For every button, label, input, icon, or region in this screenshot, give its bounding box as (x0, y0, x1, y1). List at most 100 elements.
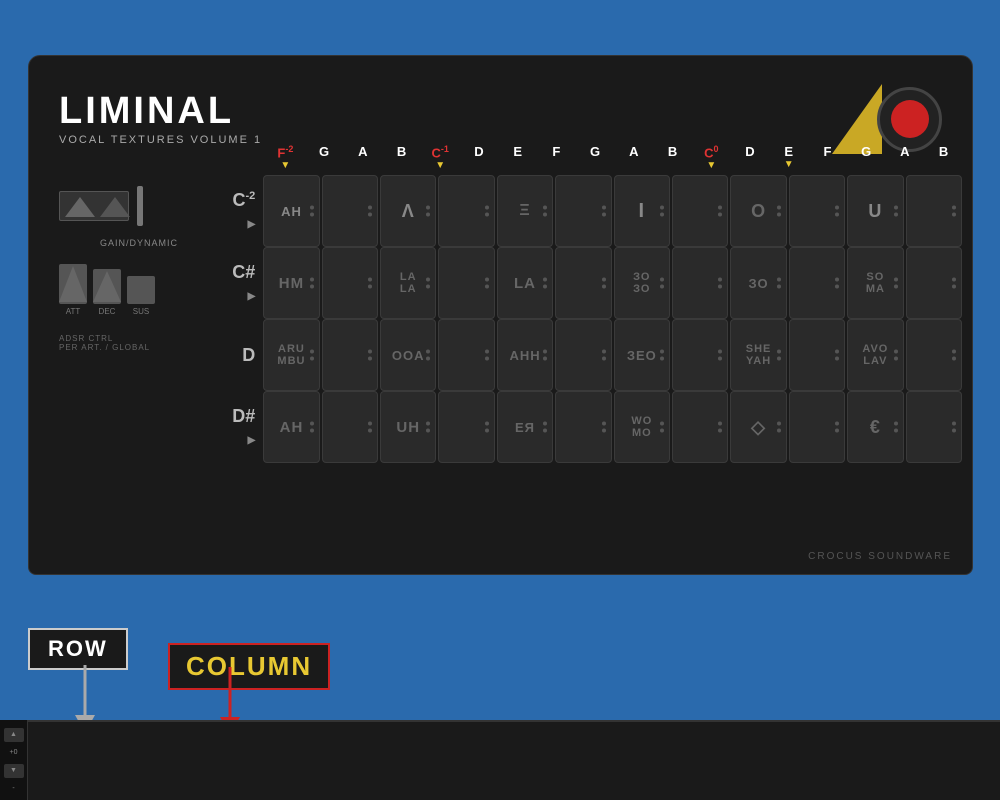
piano-left-controls: ▲ +0 ▼ - (0, 720, 28, 800)
circle-inner (891, 100, 929, 138)
cell-d-9[interactable]: SHEYAH (730, 319, 786, 391)
column-label-text: COLUMN (186, 651, 312, 681)
col-header-b2: B▼ (654, 144, 691, 171)
cell-d-2[interactable] (322, 319, 378, 391)
grid-area: F-2▼ G▼ A▼ B▼ C-1▼ D▼ E▼ F▼ G▼ A▼ B▼ C0▼… (219, 144, 962, 559)
cell-d-8[interactable] (672, 319, 728, 391)
sus-label: SUS (133, 307, 149, 316)
cell-ds-8[interactable] (672, 391, 728, 463)
cell-d-10[interactable] (789, 319, 845, 391)
col-header-f3: F▼ (809, 144, 846, 171)
att-label: ATT (66, 307, 81, 316)
row-label-cs: C# ▶ (219, 262, 261, 304)
cell-c2-12[interactable] (906, 175, 962, 247)
cell-cs-8[interactable] (672, 247, 728, 319)
cell-c2-9[interactable]: O (730, 175, 786, 247)
cell-cs-6[interactable] (555, 247, 611, 319)
cell-cs-5[interactable]: LA (497, 247, 553, 319)
cell-ds-5[interactable]: ЕЯ (497, 391, 553, 463)
circle-icon (877, 87, 942, 152)
cell-c2-2[interactable] (322, 175, 378, 247)
cell-cs-9[interactable]: ЗО (730, 247, 786, 319)
cell-d-7[interactable]: ЗЕО (614, 319, 670, 391)
row-label-d: D (219, 345, 261, 366)
dec-label: DEC (99, 307, 116, 316)
keys-container: // Rendered inline below (28, 720, 1000, 800)
col-header-g: G▼ (306, 144, 343, 171)
col-header-d: D▼ (461, 144, 498, 171)
cell-ds-9[interactable]: ◇ (730, 391, 786, 463)
envelope-section: ATT DEC SUS (59, 264, 219, 316)
cell-d-1[interactable]: ARUMBU (263, 319, 319, 391)
cell-d-12[interactable] (906, 319, 962, 391)
cell-d-11[interactable]: AVOLAV (847, 319, 903, 391)
cell-ds-7[interactable]: WOMO (614, 391, 670, 463)
piano-up-btn[interactable]: ▲ (4, 728, 24, 742)
row-label-box: ROW (28, 628, 128, 670)
sus-bar (127, 276, 155, 304)
col-header-e2: E▼ (770, 144, 807, 171)
col-headers: F-2▼ G▼ A▼ B▼ C-1▼ D▼ E▼ F▼ G▼ A▼ B▼ C0▼… (267, 144, 962, 171)
branding: CROCUS SOUNDWARE (808, 551, 952, 562)
dec-bar (93, 269, 121, 304)
grid-row-ds: D# ▶ AH UH ЕЯ WOMO ◇ € (219, 391, 962, 463)
cell-c2-1[interactable]: AH (263, 175, 319, 247)
piano-svg: // Rendered inline below (28, 720, 1000, 800)
controls-area: GAIN/DYNAMIC ATT DEC SUS (59, 186, 219, 352)
cell-d-3[interactable]: OOA (380, 319, 436, 391)
cell-ds-3[interactable]: UH (380, 391, 436, 463)
cell-ds-12[interactable] (906, 391, 962, 463)
grid-row-c2: C-2 ▶ AH Λ Ξ I O U (219, 175, 962, 247)
cell-ds-1[interactable]: AH (263, 391, 319, 463)
piano-down-btn[interactable]: ▼ (4, 764, 24, 778)
grid-row-cs: C# ▶ HM LALA LA ЗОЗО ЗО SOMA (219, 247, 962, 319)
cell-c2-6[interactable] (555, 175, 611, 247)
cell-ds-6[interactable] (555, 391, 611, 463)
cell-c2-4[interactable] (438, 175, 494, 247)
piano-minus-label: - (12, 785, 14, 792)
cell-d-6[interactable] (555, 319, 611, 391)
cell-cs-12[interactable] (906, 247, 962, 319)
logo-area: LIMINAL VOCAL TEXTURES VOLUME 1 (59, 92, 262, 146)
instrument-panel: LIMINAL VOCAL TEXTURES VOLUME 1 GAIN/DYN… (28, 55, 973, 575)
col-header-g2: G▼ (577, 144, 614, 171)
cell-ds-2[interactable] (322, 391, 378, 463)
col-header-g3: G▼ (848, 144, 885, 171)
cell-c2-5[interactable]: Ξ (497, 175, 553, 247)
col-header-c0: C0▼ (693, 144, 730, 171)
app-title: LIMINAL (59, 92, 262, 130)
grid-row-d: D ARUMBU OOA AHH ЗЕО SHEYAH AVOLAV (219, 319, 962, 391)
cell-cs-7[interactable]: ЗОЗО (614, 247, 670, 319)
cell-cs-11[interactable]: SOMA (847, 247, 903, 319)
cell-cs-3[interactable]: LALA (380, 247, 436, 319)
cell-cs-2[interactable] (322, 247, 378, 319)
row-label-text: ROW (48, 636, 108, 661)
att-bar (59, 264, 87, 304)
cell-c2-7[interactable]: I (614, 175, 670, 247)
cell-c2-8[interactable] (672, 175, 728, 247)
cell-c2-3[interactable]: Λ (380, 175, 436, 247)
cell-cs-4[interactable] (438, 247, 494, 319)
cell-ds-10[interactable] (789, 391, 845, 463)
cell-c2-11[interactable]: U (847, 175, 903, 247)
cell-d-5[interactable]: AHH (497, 319, 553, 391)
column-label-box: COLUMN (168, 643, 330, 690)
cell-ds-11[interactable]: € (847, 391, 903, 463)
col-header-b: B▼ (383, 144, 420, 171)
piano-keyboard: ▲ +0 ▼ - // Rendered inline below (0, 720, 1000, 800)
cell-cs-1[interactable]: HM (263, 247, 319, 319)
col-header-e: E▼ (499, 144, 536, 171)
cell-ds-4[interactable] (438, 391, 494, 463)
adsr-ctrl-label: ADSR CTRL PER ART. / GLOBAL (59, 334, 219, 352)
cell-c2-10[interactable] (789, 175, 845, 247)
col-header-a: A▼ (344, 144, 381, 171)
cell-cs-10[interactable] (789, 247, 845, 319)
row-label-ds: D# ▶ (219, 406, 261, 448)
waveform-display (59, 191, 129, 221)
col-header-f: F▼ (538, 144, 575, 171)
piano-octave-label: +0 (10, 749, 18, 756)
gain-fader[interactable] (137, 186, 143, 226)
col-header-b3: B▼ (925, 144, 962, 171)
cell-d-4[interactable] (438, 319, 494, 391)
col-header-d2: D▼ (732, 144, 769, 171)
